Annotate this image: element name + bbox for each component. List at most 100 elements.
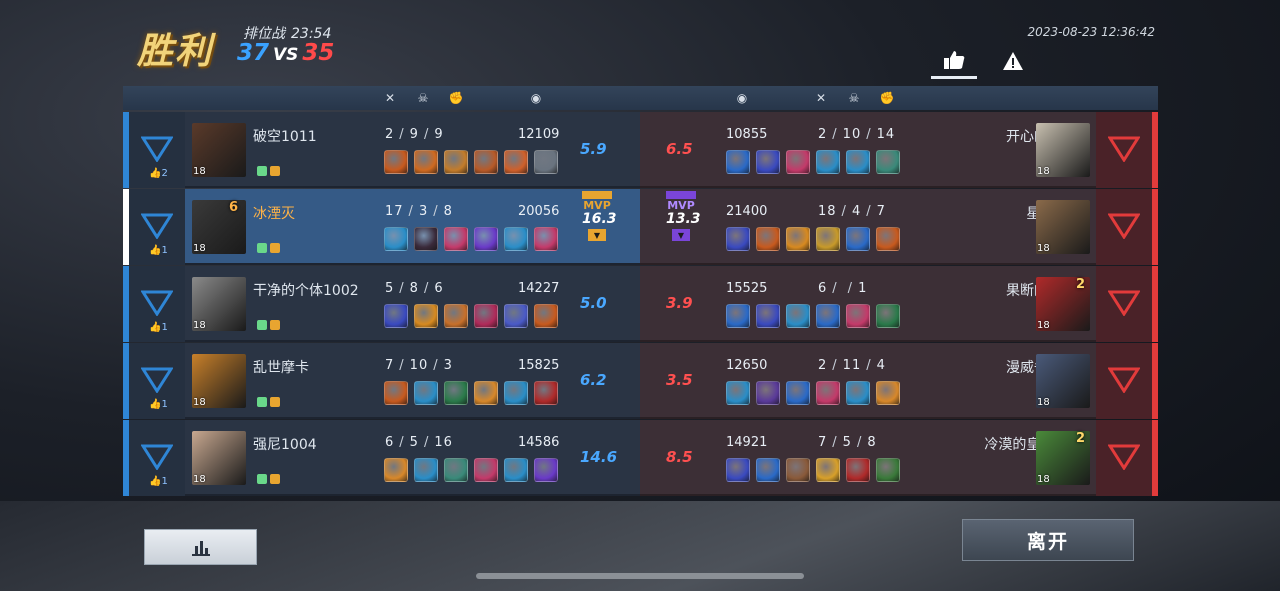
item-icon[interactable]	[414, 304, 438, 328]
item-icon[interactable]	[876, 227, 900, 251]
item-icon[interactable]	[444, 381, 468, 405]
item-icon[interactable]	[414, 458, 438, 482]
hero-portrait[interactable]: 18	[1036, 123, 1090, 177]
like-slot[interactable]: 👍1	[129, 420, 185, 496]
hero-level: 18	[193, 474, 206, 485]
like-slot[interactable]: 👍1	[129, 343, 185, 419]
item-icon[interactable]	[504, 227, 528, 251]
item-icon[interactable]	[846, 227, 870, 251]
gold-value: 10855	[726, 127, 768, 142]
item-icon[interactable]	[726, 150, 750, 174]
item-icon[interactable]	[756, 227, 780, 251]
item-icon[interactable]	[414, 150, 438, 174]
item-icon[interactable]	[474, 227, 498, 251]
item-icon[interactable]	[786, 458, 810, 482]
item-icon[interactable]	[846, 304, 870, 328]
like-triangle-icon	[141, 136, 173, 162]
player-rating: 6.2	[580, 371, 607, 389]
mvp-score: 16.3	[582, 211, 617, 227]
item-icon[interactable]	[726, 227, 750, 251]
hero-portrait[interactable]: 18	[192, 123, 246, 177]
report-tab[interactable]	[995, 43, 1031, 79]
item-icon[interactable]	[876, 304, 900, 328]
item-icon[interactable]	[474, 304, 498, 328]
item-icon[interactable]	[504, 150, 528, 174]
like-slot[interactable]: 👍1	[129, 266, 185, 342]
item-icon[interactable]	[876, 150, 900, 174]
item-icon[interactable]	[534, 458, 558, 482]
item-icon[interactable]	[816, 458, 840, 482]
item-icon[interactable]	[534, 227, 558, 251]
stats-button[interactable]	[144, 529, 257, 565]
buff-icons	[257, 320, 280, 330]
player-rating: 5.9	[580, 140, 607, 158]
item-icon[interactable]	[816, 381, 840, 405]
item-icon[interactable]	[756, 304, 780, 328]
item-icon[interactable]	[444, 150, 468, 174]
item-icon[interactable]	[474, 458, 498, 482]
item-icon[interactable]	[816, 150, 840, 174]
item-icon[interactable]	[474, 150, 498, 174]
item-icon[interactable]	[444, 227, 468, 251]
item-icon[interactable]	[756, 150, 780, 174]
item-icon[interactable]	[384, 381, 408, 405]
like-slot[interactable]: 👍1	[129, 189, 185, 265]
kda: 5/8/6	[385, 281, 444, 296]
item-icon[interactable]	[756, 381, 780, 405]
item-icon[interactable]	[846, 150, 870, 174]
item-icon[interactable]	[786, 304, 810, 328]
item-icon[interactable]	[726, 458, 750, 482]
item-icon[interactable]	[384, 227, 408, 251]
item-icon[interactable]	[384, 304, 408, 328]
item-icon[interactable]	[846, 381, 870, 405]
item-icon[interactable]	[504, 458, 528, 482]
item-icon[interactable]	[384, 458, 408, 482]
item-icon[interactable]	[846, 458, 870, 482]
kda: 2/10/14	[818, 127, 896, 142]
score-red: 35	[302, 40, 335, 66]
item-icon[interactable]	[384, 150, 408, 174]
hero-portrait[interactable]: 18	[192, 431, 246, 485]
item-icon[interactable]	[816, 227, 840, 251]
like-slot[interactable]	[1096, 189, 1152, 265]
like-slot[interactable]	[1096, 343, 1152, 419]
item-icon[interactable]	[876, 458, 900, 482]
item-list	[726, 458, 900, 482]
player-row: 👍2 18 破空1011 2/9/9 12109 5.9 6.5 10855 2…	[123, 112, 1158, 188]
item-icon[interactable]	[726, 381, 750, 405]
item-icon[interactable]	[414, 227, 438, 251]
item-icon[interactable]	[534, 381, 558, 405]
hero-portrait[interactable]: 18	[192, 277, 246, 331]
item-list	[726, 304, 900, 328]
hero-portrait[interactable]: 18	[192, 354, 246, 408]
item-icon[interactable]	[786, 381, 810, 405]
home-indicator[interactable]	[476, 573, 804, 579]
item-icon[interactable]	[444, 458, 468, 482]
item-icon[interactable]	[816, 304, 840, 328]
like-tab[interactable]	[931, 43, 977, 79]
item-icon[interactable]	[504, 304, 528, 328]
item-icon[interactable]	[474, 381, 498, 405]
hero-level: 18	[193, 166, 206, 177]
leave-button[interactable]: 离开	[962, 519, 1134, 561]
like-slot[interactable]	[1096, 266, 1152, 342]
like-slot[interactable]: 👍2	[129, 112, 185, 188]
item-icon[interactable]	[726, 304, 750, 328]
item-icon[interactable]	[444, 304, 468, 328]
like-slot[interactable]	[1096, 420, 1152, 496]
item-icon[interactable]	[534, 150, 558, 174]
item-icon[interactable]	[534, 304, 558, 328]
star-badge: 2	[1075, 431, 1085, 446]
item-icon[interactable]	[876, 381, 900, 405]
item-icon[interactable]	[504, 381, 528, 405]
player-rating: 8.5	[666, 448, 693, 466]
hero-portrait[interactable]: 18	[1036, 354, 1090, 408]
hero-portrait[interactable]: 18	[1036, 200, 1090, 254]
like-slot[interactable]	[1096, 112, 1152, 188]
item-icon[interactable]	[414, 381, 438, 405]
item-icon[interactable]	[756, 458, 780, 482]
item-icon[interactable]	[786, 227, 810, 251]
item-icon[interactable]	[786, 150, 810, 174]
kda: 6//1	[818, 281, 868, 296]
item-list	[726, 227, 900, 251]
